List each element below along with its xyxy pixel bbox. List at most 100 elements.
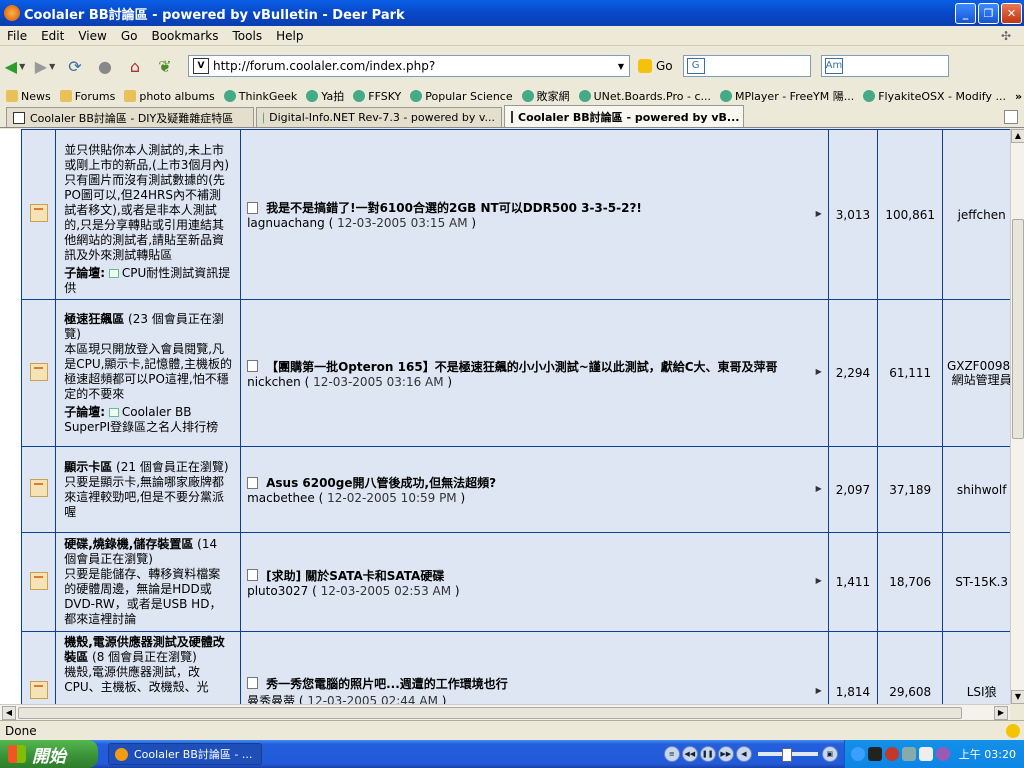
subforum-icon <box>108 269 119 278</box>
last-thread-link[interactable]: Asus 6200ge開八管後成功,但無法超頻? <box>266 474 496 491</box>
menu-view[interactable]: View <box>71 29 113 43</box>
scroll-up-button[interactable]: ▲ <box>1011 129 1024 143</box>
url-text[interactable]: http://forum.coolaler.com/index.php? <box>213 59 613 73</box>
go-button[interactable]: Go <box>638 59 673 73</box>
goto-last-post-icon[interactable]: ▶ <box>816 367 822 376</box>
maximize-button[interactable]: ❐ <box>978 2 999 24</box>
last-thread-link[interactable]: [求助] 關於SATA卡和SATA硬碟 <box>266 567 444 584</box>
tab-coolaler[interactable]: Coolaler BB討論區 - powered by vB... <box>504 105 744 127</box>
menu-bookmarks[interactable]: Bookmarks <box>144 29 225 43</box>
forward-button[interactable]: ▶ ▼ <box>30 51 60 81</box>
vertical-scrollbar[interactable]: ▲ ▼ <box>1010 129 1024 704</box>
forum-status-cell <box>20 129 57 300</box>
tab-digital-info[interactable]: Digital-Info.NET Rev-7.3 - powered by v.… <box>256 107 502 127</box>
bookmark-item[interactable]: UNet.Boards.Pro - ϲ... <box>578 90 711 103</box>
title-bar[interactable]: Coolaler BB討論區 - powered by vBulletin - … <box>0 0 1024 26</box>
last-post-cell: 秀一秀您電腦的照片吧...週遭的工作環境也行 曼秀曼蒂 ( 12-03-2005… <box>240 631 829 705</box>
media-next-icon[interactable]: ▶▶ <box>717 746 734 762</box>
url-dropdown-icon[interactable]: ▼ <box>613 62 629 71</box>
url-bar[interactable]: V http://forum.coolaler.com/index.php? ▼ <box>188 55 630 77</box>
menu-go[interactable]: Go <box>114 29 145 43</box>
menu-tools[interactable]: Tools <box>226 29 270 43</box>
stop-button[interactable]: ● <box>90 51 120 81</box>
media-menu-icon[interactable]: ≡ <box>663 746 680 762</box>
menu-edit[interactable]: Edit <box>34 29 71 43</box>
goto-last-post-icon[interactable]: ▶ <box>816 209 822 218</box>
volume-slider[interactable] <box>757 748 818 762</box>
clock[interactable]: 上午 03:20 <box>959 746 1016 762</box>
last-thread-link[interactable]: 【團購第一批Opteron 165】不是極速狂飆的小小小測試~謹以此測試，獻給C… <box>266 358 777 375</box>
google-search-box[interactable]: G <box>682 55 811 77</box>
moderator[interactable]: jeffchen <box>942 129 1010 300</box>
forum-title-link[interactable]: 極速狂飆區 <box>64 312 124 326</box>
post-count: 61,111 <box>877 299 944 447</box>
last-post-user[interactable]: macbethee <box>247 491 315 505</box>
amazon-search-box[interactable]: Am <box>820 55 949 77</box>
horizontal-scrollbar[interactable]: ◀ ▶ <box>0 704 1010 720</box>
bookmark-item[interactable]: Forums <box>59 90 115 103</box>
bookmark-item[interactable]: News <box>6 90 51 103</box>
site-favicon-icon <box>511 110 513 123</box>
last-post-user[interactable]: 曼秀曼蒂 <box>247 694 295 705</box>
vertical-scroll-thumb[interactable] <box>1012 219 1024 439</box>
security-status-icon[interactable] <box>1006 723 1020 738</box>
goto-last-post-icon[interactable]: ▶ <box>816 576 822 585</box>
moderator[interactable]: LSI狼 <box>942 631 1010 704</box>
media-pause-icon[interactable]: ❚❚ <box>699 746 716 762</box>
moderator[interactable]: shihwolf <box>942 446 1010 533</box>
start-button[interactable]: 開始 <box>0 740 98 768</box>
bookmark-item[interactable]: FFSKY <box>353 90 401 103</box>
reload-button[interactable]: ⟳ <box>60 51 90 81</box>
forum-title-link[interactable]: 硬碟,燒錄機,儲存裝置區 <box>64 537 193 551</box>
bookmark-item[interactable]: photo albums <box>124 90 215 103</box>
tab-diy[interactable]: Coolaler BB討論區 - DIY及疑難雜症特區 <box>6 107 254 127</box>
home-button[interactable]: ⌂ <box>120 51 150 81</box>
folder-icon <box>59 90 72 102</box>
bookmark-item[interactable]: Popular Science <box>410 90 513 103</box>
messenger-icon[interactable] <box>935 747 950 761</box>
scroll-left-button[interactable]: ◀ <box>2 706 16 720</box>
last-post-user[interactable]: lagnuachang <box>247 216 325 230</box>
subforum-label: 子論壇: <box>64 266 106 280</box>
leaf-extension-button[interactable]: ❦ <box>150 51 180 81</box>
taskbar-item-browser[interactable]: Coolaler BB討論區 - ... <box>108 743 262 765</box>
bookmark-item[interactable]: FlyakiteOSX - Modify ... <box>863 90 1006 103</box>
horizontal-scroll-thumb[interactable] <box>18 707 962 719</box>
bookmarks-overflow-icon[interactable]: » <box>1015 90 1022 103</box>
network-icon[interactable] <box>850 747 865 761</box>
last-thread-link[interactable]: 秀一秀您電腦的照片吧...週遭的工作環境也行 <box>266 675 508 692</box>
goto-last-post-icon[interactable]: ▶ <box>816 686 822 695</box>
minimize-button[interactable]: _ <box>955 2 976 24</box>
last-thread-link[interactable]: 我是不是搞錯了!一對6100合選的2GB NT可以DDR500 3-3-5-2?… <box>266 199 642 216</box>
last-post-user[interactable]: pluto3027 <box>247 584 308 598</box>
moderator[interactable]: ST-15K.3 <box>942 532 1010 632</box>
bookmark-label: ThinkGeek <box>238 89 298 103</box>
moderator[interactable]: GXZF0098s 網站管理員 <box>942 299 1010 447</box>
close-tab-button[interactable] <box>1004 110 1018 124</box>
menu-file[interactable]: File <box>0 29 34 43</box>
start-label: 開始 <box>32 746 66 767</box>
scroll-down-button[interactable]: ▼ <box>1011 690 1024 704</box>
back-button[interactable]: ◀ ▼ <box>0 51 30 81</box>
last-post-user[interactable]: nickchen <box>247 375 301 389</box>
bookmark-item[interactable]: ThinkGeek <box>223 89 298 103</box>
stop-icon: ● <box>98 56 112 76</box>
volume-icon[interactable]: ◀ <box>735 746 752 762</box>
status-text: Done <box>5 723 37 738</box>
media-restore-icon[interactable]: ▣ <box>821 746 838 762</box>
input-method-icon[interactable] <box>901 747 916 761</box>
antivirus-icon[interactable] <box>884 747 899 761</box>
bookmark-item[interactable]: MPlayer - FreeYM 陽... <box>720 88 854 104</box>
bookmark-item[interactable]: 敗家網 <box>521 88 570 104</box>
pc-cillin-icon[interactable] <box>867 747 882 761</box>
media-previous-icon[interactable]: ◀◀ <box>681 746 698 762</box>
close-button[interactable]: ✕ <box>1001 2 1022 24</box>
speaker-icon[interactable] <box>918 747 933 761</box>
menu-help[interactable]: Help <box>269 29 310 43</box>
navigation-toolbar: ◀ ▼ ▶ ▼ ⟳ ● ⌂ ❦ V http://forum.coolaler.co… <box>0 47 1024 85</box>
goto-last-post-icon[interactable]: ▶ <box>816 484 822 493</box>
scroll-right-button[interactable]: ▶ <box>994 706 1008 720</box>
leaf-icon: ❦ <box>158 56 172 76</box>
forum-title-link[interactable]: 顯示卡區 <box>64 460 112 474</box>
bookmark-item[interactable]: Ya拍 <box>306 88 344 104</box>
